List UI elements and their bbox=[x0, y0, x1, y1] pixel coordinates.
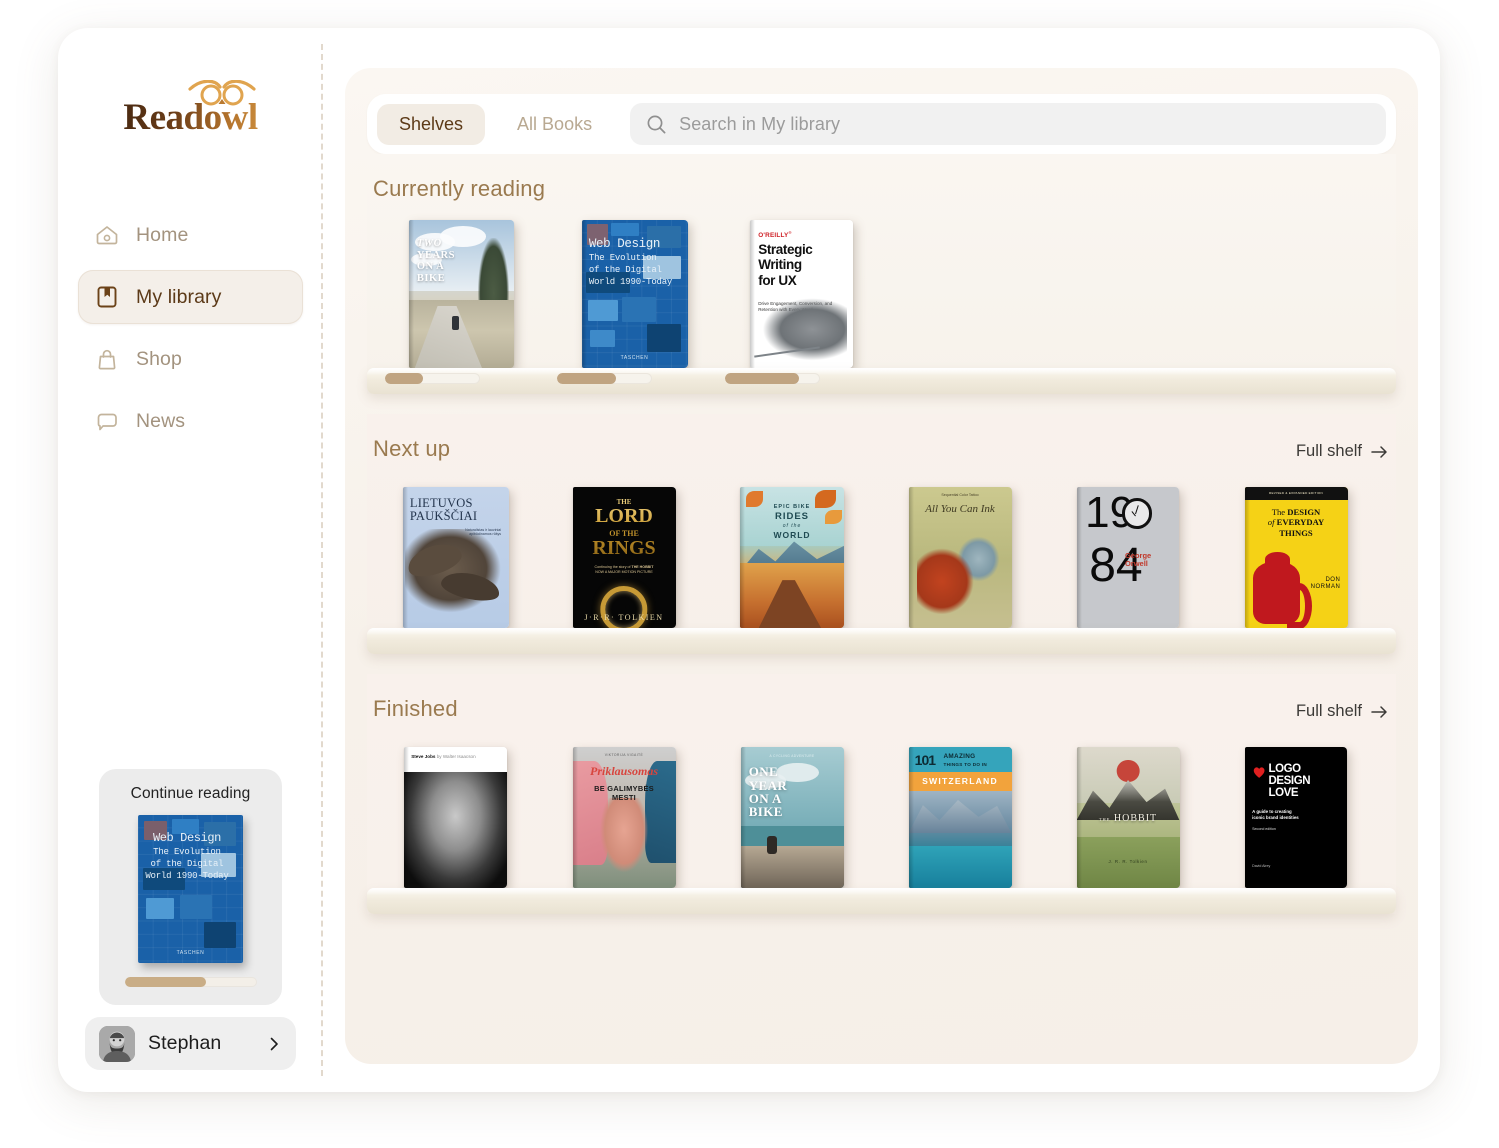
home-icon bbox=[96, 226, 118, 245]
shelf-title: Finished bbox=[373, 696, 458, 721]
library-toolbar: Shelves All Books Search in My library bbox=[367, 94, 1396, 154]
book-cover-all-you-can-ink[interactable]: Sequential Color Tattoo All You Can Ink bbox=[908, 487, 1012, 628]
book-cover-lord-of-the-rings[interactable]: THE LORD OF THE RINGS Continuing the sto… bbox=[572, 487, 676, 628]
sidebar-item-shop[interactable]: Shop bbox=[78, 332, 303, 386]
search-icon bbox=[647, 115, 666, 133]
shelf-books-row: TWO YEARS ON A BIKE Web Design The Evolu… bbox=[367, 218, 1396, 368]
sidebar-item-label: News bbox=[136, 409, 186, 432]
book-cover-two-years-on-a-bike[interactable]: TWO YEARS ON A BIKE bbox=[408, 220, 514, 368]
book-slot: A CYCLING ADVENTURE ONE YEAR ON A BIKE bbox=[708, 747, 876, 888]
reading-progress-bar bbox=[385, 373, 480, 384]
search-input[interactable]: Search in My library bbox=[630, 103, 1386, 145]
shelf-board bbox=[367, 628, 1396, 654]
shelf-header: Finished Full shelf bbox=[367, 696, 1396, 722]
full-shelf-link[interactable]: Full shelf bbox=[1296, 702, 1388, 721]
avatar bbox=[99, 1025, 135, 1062]
shelf-books-row: LIETUVOS PAUKŠČIAI Naturalistas ir lauvin… bbox=[367, 478, 1396, 628]
book-slot: LOGO DESIGN LOVE A guide to creating iconic… bbox=[1212, 747, 1380, 888]
section-divider bbox=[367, 654, 1396, 674]
search-placeholder: Search in My library bbox=[679, 113, 841, 134]
book-cover-one-year-on-a-bike[interactable]: A CYCLING ADVENTURE ONE YEAR ON A BIKE bbox=[740, 747, 844, 888]
book-cover-the-hobbit[interactable]: THE HOBBIT J. R. R. Tolkien bbox=[1076, 747, 1180, 888]
full-shelf-label: Full shelf bbox=[1295, 702, 1362, 720]
shelf-section-currently-reading: Currently reading TWO YEARS ON A BIKE We… bbox=[367, 154, 1396, 394]
book-cover-priklausomas[interactable]: VIKTORIJA VIGAITĖ Priklausomas BE GALIMY… bbox=[572, 747, 676, 888]
book-slot: REVISED & EXPANDED EDITION The DESIGN of … bbox=[1212, 487, 1380, 628]
book-cover-logo-design-love[interactable]: LOGO DESIGN LOVE A guide to creating iconic… bbox=[1245, 747, 1347, 888]
tab-shelves[interactable]: Shelves bbox=[377, 103, 486, 145]
shelf-header: Currently reading bbox=[367, 176, 1396, 202]
sidebar-item-my-library[interactable]: My library bbox=[78, 270, 303, 324]
sidebar-item-label: Home bbox=[136, 223, 189, 246]
full-shelf-link[interactable]: Full shelf bbox=[1296, 442, 1388, 461]
shelf-books-row: Steve Jobs by Walter Isaacson VIKTORIJA … bbox=[367, 738, 1396, 888]
book-slot: O'REILLY® StrategicWritingfor UX Drive E… bbox=[718, 220, 885, 368]
brand-logo[interactable]: Readowl bbox=[58, 80, 323, 152]
book-cover-101-switzerland[interactable]: 101 AMAZING THINGS TO DO IN SWITZERLAND bbox=[908, 747, 1012, 888]
sidebar-item-label: Shop bbox=[136, 347, 182, 370]
library-panel: Shelves All Books Search in My library C… bbox=[345, 68, 1418, 1064]
reading-progress-bar bbox=[557, 373, 652, 384]
shelf-section-finished: Finished Full shelf Steve Jobs by Walter… bbox=[367, 674, 1396, 914]
book-cover-design-of-everyday-things[interactable]: REVISED & EXPANDED EDITION The DESIGN of … bbox=[1244, 487, 1348, 628]
section-divider bbox=[367, 394, 1396, 414]
tab-all-books[interactable]: All Books bbox=[495, 104, 614, 145]
sidebar-item-home[interactable]: Home bbox=[78, 208, 303, 262]
book-slot: Sequential Color Tattoo All You Can Ink bbox=[876, 487, 1044, 628]
book-cover-strategic-writing-for-ux[interactable]: O'REILLY® StrategicWritingfor UX Drive E… bbox=[750, 220, 853, 368]
shelf-board bbox=[367, 888, 1396, 914]
book-slot: TWO YEARS ON A BIKE bbox=[371, 220, 551, 368]
arrow-right-icon bbox=[1371, 445, 1387, 458]
book-slot: 19 84 George Orwell bbox=[1044, 487, 1212, 628]
main-content: Shelves All Books Search in My library C… bbox=[323, 28, 1440, 1092]
user-profile-row[interactable]: Stephan bbox=[85, 1017, 296, 1070]
book-slot: THE LORD OF THE RINGS Continuing the sto… bbox=[540, 487, 708, 628]
continue-reading-title: Continue reading bbox=[130, 785, 251, 802]
book-slot: VIKTORIJA VIGAITĖ Priklausomas BE GALIMY… bbox=[540, 747, 708, 888]
book-cover-lietuvos-pauksciai[interactable]: LIETUVOS PAUKŠČIAI Naturalistas ir lauvin… bbox=[402, 487, 509, 628]
bag-icon bbox=[98, 349, 116, 370]
continue-reading-cover[interactable]: Web Design The Evolution of the Digital Wo… bbox=[138, 815, 243, 963]
shelf-title: Next up bbox=[373, 436, 451, 461]
book-cover-1984[interactable]: 19 84 George Orwell bbox=[1077, 487, 1179, 628]
app-window: Readowl Home My library Shop News Contin… bbox=[58, 28, 1440, 1092]
sidebar: Readowl Home My library Shop News Contin… bbox=[58, 28, 323, 1092]
reading-progress-bar bbox=[725, 373, 820, 384]
shelf-board bbox=[367, 368, 1396, 394]
sidebar-nav: Home My library Shop News bbox=[58, 208, 323, 456]
book-icon bbox=[97, 286, 117, 308]
book-cover-epic-bike-rides[interactable]: EPIC BIKE RIDES of the WORLD bbox=[740, 487, 844, 628]
sidebar-item-news[interactable]: News bbox=[78, 394, 303, 448]
arrow-right-icon bbox=[1371, 705, 1387, 718]
brand-name: Readowl bbox=[123, 97, 258, 138]
continue-reading-progress bbox=[124, 977, 257, 987]
book-cover-steve-jobs[interactable]: Steve Jobs by Walter Isaacson bbox=[404, 747, 507, 888]
book-slot: 101 AMAZING THINGS TO DO IN SWITZERLAND bbox=[876, 747, 1044, 888]
book-slot: THE HOBBIT J. R. R. Tolkien bbox=[1044, 747, 1212, 888]
book-slot: EPIC BIKE RIDES of the WORLD bbox=[708, 487, 876, 628]
book-slot: Steve Jobs by Walter Isaacson bbox=[371, 747, 540, 888]
shelf-header: Next up Full shelf bbox=[367, 436, 1396, 462]
chevron-right-icon[interactable] bbox=[266, 1036, 282, 1052]
book-slot: LIETUVOS PAUKŠČIAI Naturalistas ir lauvin… bbox=[371, 487, 540, 628]
full-shelf-label: Full shelf bbox=[1295, 442, 1362, 460]
user-name: Stephan bbox=[148, 1032, 222, 1054]
book-cover-web-design[interactable]: Web Design The Evolution of the Digital Wo… bbox=[581, 220, 688, 368]
book-slot: Web Design The Evolution of the Digital Wo… bbox=[551, 220, 718, 368]
speech-bubble-icon bbox=[97, 413, 117, 431]
heart-icon bbox=[1253, 767, 1265, 779]
continue-reading-card[interactable]: Continue reading Web Design The Evolutio… bbox=[99, 769, 282, 1005]
shelf-title: Currently reading bbox=[373, 176, 546, 201]
sidebar-item-label: My library bbox=[136, 285, 222, 308]
shelf-section-next-up: Next up Full shelf LIETUVOS PAUKŠČIAI Na… bbox=[367, 414, 1396, 654]
